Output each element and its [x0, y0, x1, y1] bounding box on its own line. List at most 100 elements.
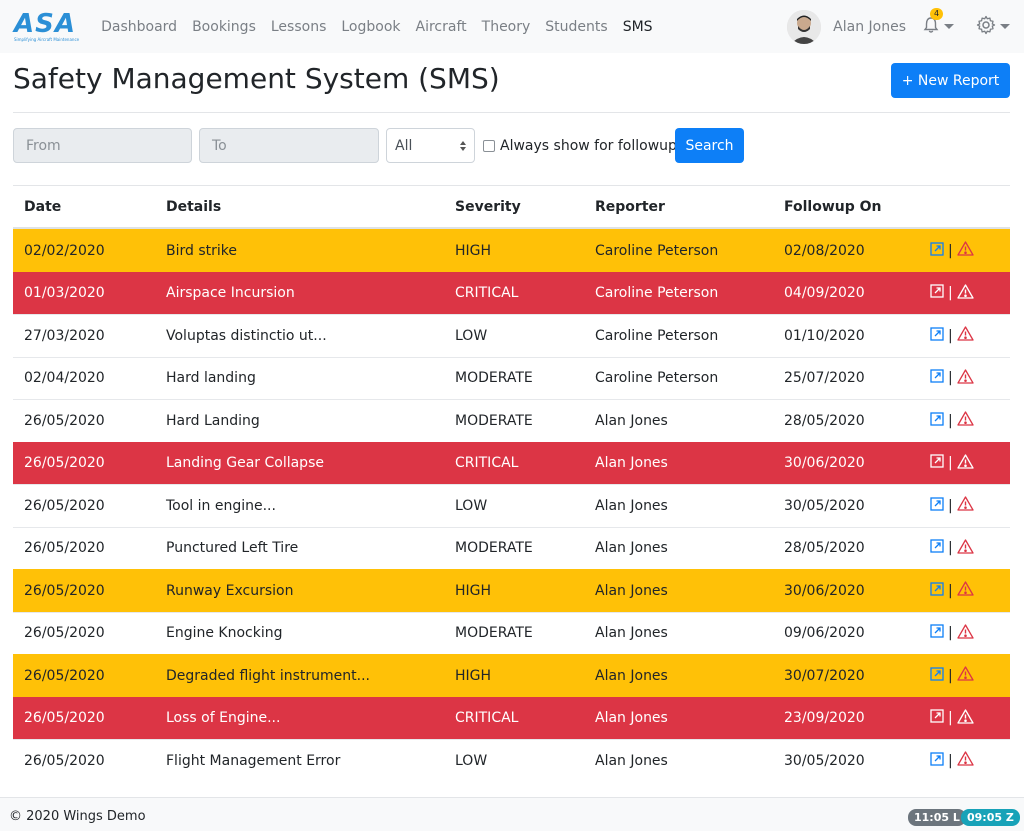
open-link-icon[interactable] — [930, 582, 944, 600]
action-separator: | — [948, 540, 953, 557]
cell-reporter: Caroline Peterson — [595, 285, 719, 302]
cell-severity: LOW — [455, 327, 488, 344]
nav-link-bookings[interactable]: Bookings — [192, 19, 256, 35]
avatar[interactable] — [787, 9, 822, 44]
cell-details: Tool in engine... — [166, 497, 276, 514]
open-link-icon[interactable] — [930, 667, 944, 685]
table-row[interactable]: 27/03/2020 Voluptas distinctio ut... LOW Ca… — [13, 314, 1010, 357]
row-actions: | — [930, 624, 974, 643]
brand-tagline: Simplifying Aircraft Maintenance — [14, 37, 80, 42]
table-row[interactable]: 26/05/2020 Punctured Left Tire MODERATE Ala… — [13, 526, 1010, 570]
warning-icon[interactable] — [957, 666, 974, 685]
cell-details: Voluptas distinctio ut... — [166, 327, 327, 344]
column-header-details: Details — [166, 198, 222, 215]
warning-icon[interactable] — [957, 539, 974, 558]
open-link-icon[interactable] — [930, 284, 944, 302]
followup-checkbox-group: Always show for followup — [483, 128, 677, 163]
table-row[interactable]: 02/02/2020 Bird strike HIGH Caroline Peters… — [13, 229, 1010, 272]
open-link-icon[interactable] — [930, 539, 944, 557]
severity-select[interactable]: All — [386, 128, 475, 163]
nav-link-dashboard[interactable]: Dashboard — [101, 19, 177, 35]
warning-icon[interactable] — [957, 369, 974, 388]
warning-icon[interactable] — [957, 624, 974, 643]
action-separator: | — [948, 497, 953, 514]
nav-link-logbook[interactable]: Logbook — [341, 19, 400, 35]
top-navbar: ASA Simplifying Aircraft Maintenance Das… — [0, 0, 1024, 53]
select-arrows-icon — [460, 140, 466, 151]
main-nav: Dashboard Bookings Lessons Logbook Aircraft T… — [101, 19, 667, 35]
warning-icon[interactable] — [957, 241, 974, 260]
notifications-dropdown[interactable]: 4 — [922, 7, 954, 38]
table-row[interactable]: 26/05/2020 Degraded flight instrument... H… — [13, 654, 1010, 697]
open-link-icon[interactable] — [930, 497, 944, 515]
warning-icon[interactable] — [957, 581, 974, 600]
warning-icon[interactable] — [957, 751, 974, 770]
cell-details: Flight Management Error — [166, 752, 341, 769]
open-link-icon[interactable] — [930, 369, 944, 387]
open-link-icon[interactable] — [930, 242, 944, 260]
table-row[interactable]: 26/05/2020 Engine Knocking MODERATE Alan Jo… — [13, 611, 1010, 655]
table-row[interactable]: 26/05/2020 Flight Management Error LOW Alan… — [13, 739, 1010, 782]
cell-details: Airspace Incursion — [166, 285, 295, 302]
table-row[interactable]: 01/03/2020 Airspace Incursion CRITICAL Caro… — [13, 271, 1010, 314]
brand-logo-text: ASA — [14, 9, 76, 39]
cell-severity: MODERATE — [455, 540, 533, 557]
cell-date: 26/05/2020 — [24, 752, 105, 769]
followup-checkbox-label[interactable]: Always show for followup — [500, 138, 677, 154]
cell-severity: LOW — [455, 497, 488, 514]
action-separator: | — [948, 625, 953, 642]
cell-followup: 23/09/2020 — [784, 710, 865, 727]
cell-date: 26/05/2020 — [24, 497, 105, 514]
brand-logo[interactable]: ASA Simplifying Aircraft Maintenance — [14, 11, 79, 42]
search-button[interactable]: Search — [675, 128, 744, 163]
warning-icon[interactable] — [957, 411, 974, 430]
action-separator: | — [948, 327, 953, 344]
row-actions: | — [930, 241, 974, 260]
cell-details: Landing Gear Collapse — [166, 455, 324, 472]
table-row[interactable]: 26/05/2020 Tool in engine... LOW Alan Jones… — [13, 484, 1010, 527]
cell-followup: 30/05/2020 — [784, 752, 865, 769]
open-link-icon[interactable] — [930, 752, 944, 770]
warning-icon[interactable] — [957, 284, 974, 303]
nav-link-sms[interactable]: SMS — [623, 19, 653, 35]
cell-reporter: Caroline Peterson — [595, 370, 719, 387]
warning-icon[interactable] — [957, 709, 974, 728]
page-title: Safety Management System (SMS) — [13, 62, 500, 95]
nav-link-students[interactable]: Students — [545, 19, 607, 35]
nav-link-theory[interactable]: Theory — [482, 19, 531, 35]
warning-icon[interactable] — [957, 496, 974, 515]
followup-checkbox[interactable] — [483, 139, 495, 152]
new-report-button[interactable]: + New Report — [891, 63, 1010, 98]
action-separator: | — [948, 752, 953, 769]
nav-link-lessons[interactable]: Lessons — [271, 19, 327, 35]
gear-icon — [976, 15, 996, 39]
warning-icon[interactable] — [957, 326, 974, 345]
row-actions: | — [930, 411, 974, 430]
settings-dropdown[interactable] — [976, 15, 1010, 39]
row-actions: | — [930, 666, 974, 685]
cell-date: 26/05/2020 — [24, 710, 105, 727]
table-row[interactable]: 26/05/2020 Loss of Engine... CRITICAL Alan … — [13, 696, 1010, 739]
warning-icon[interactable] — [957, 454, 974, 473]
open-link-icon[interactable] — [930, 709, 944, 727]
open-link-icon[interactable] — [930, 327, 944, 345]
table-row[interactable]: 02/04/2020 Hard landing MODERATE Caroline P… — [13, 356, 1010, 400]
open-link-icon[interactable] — [930, 624, 944, 642]
cell-followup: 28/05/2020 — [784, 540, 865, 557]
from-date-input[interactable]: From — [13, 128, 192, 163]
cell-followup: 09/06/2020 — [784, 625, 865, 642]
table-row[interactable]: 26/05/2020 Runway Excursion HIGH Alan Jones… — [13, 569, 1010, 612]
to-date-input[interactable]: To — [199, 128, 379, 163]
open-link-icon[interactable] — [930, 454, 944, 472]
cell-reporter: Caroline Peterson — [595, 242, 719, 259]
row-actions: | — [930, 326, 974, 345]
table-row[interactable]: 26/05/2020 Hard Landing MODERATE Alan Jones… — [13, 399, 1010, 442]
cell-severity: MODERATE — [455, 625, 533, 642]
open-link-icon[interactable] — [930, 412, 944, 430]
column-header-followup: Followup On — [784, 198, 882, 215]
table-row[interactable]: 26/05/2020 Landing Gear Collapse CRITICAL A… — [13, 441, 1010, 484]
cell-reporter: Alan Jones — [595, 582, 668, 599]
row-actions: | — [930, 709, 974, 728]
nav-link-aircraft[interactable]: Aircraft — [416, 19, 467, 35]
user-name[interactable]: Alan Jones — [833, 19, 906, 35]
